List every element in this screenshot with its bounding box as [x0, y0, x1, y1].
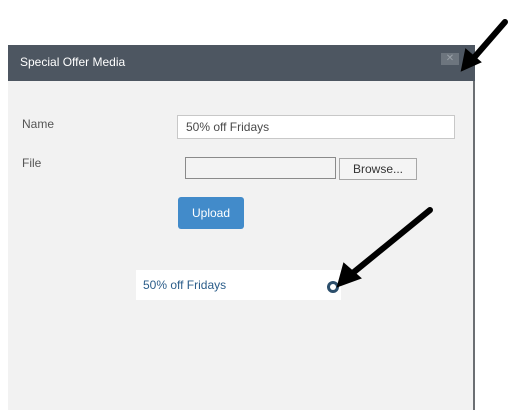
remove-icon[interactable]	[327, 281, 339, 293]
name-label: Name	[22, 117, 55, 131]
upload-button[interactable]: Upload	[178, 197, 244, 229]
file-label: File	[22, 156, 42, 170]
special-offer-media-dialog: Special Offer Media ✕ Name File Browse..…	[8, 45, 475, 410]
browse-button[interactable]: Browse...	[339, 158, 417, 180]
file-input[interactable]	[185, 157, 336, 179]
media-item-label: 50% off Fridays	[143, 278, 227, 292]
dialog-title: Special Offer Media	[20, 55, 126, 69]
dialog-titlebar: Special Offer Media ✕	[8, 45, 475, 81]
close-icon[interactable]: ✕	[441, 53, 459, 65]
media-list-item: 50% off Fridays	[136, 270, 341, 300]
name-input[interactable]	[177, 115, 455, 139]
